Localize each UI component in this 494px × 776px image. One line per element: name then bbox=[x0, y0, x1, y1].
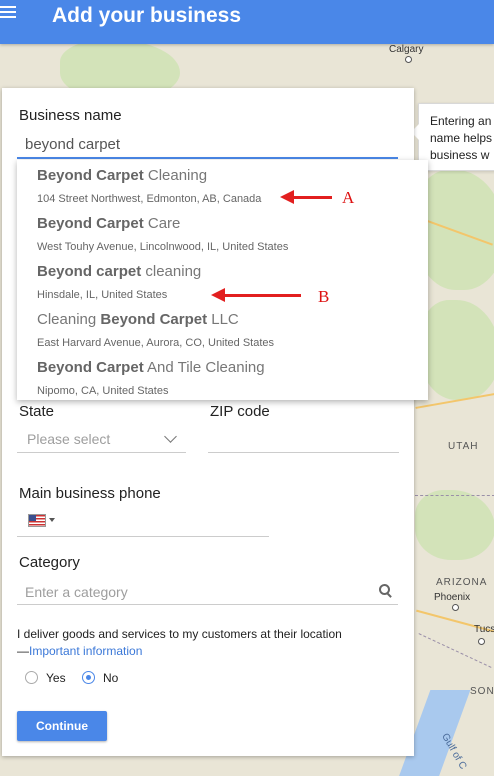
map-label-arizona: ARIZONA bbox=[436, 577, 488, 588]
no-radio[interactable] bbox=[82, 671, 95, 684]
suggestion-title: Beyond Carpet Care bbox=[37, 215, 181, 232]
suggestion-item[interactable]: Beyond Carpet Care West Touhy Avenue, Li… bbox=[17, 208, 428, 256]
terrain-patch bbox=[415, 490, 494, 560]
state-underline bbox=[17, 452, 186, 453]
terrain-patch bbox=[420, 300, 494, 400]
search-icon[interactable] bbox=[379, 584, 392, 598]
suggestion-title: Beyond Carpet Cleaning bbox=[37, 167, 208, 184]
annotation-arrow-a bbox=[292, 196, 332, 199]
page-title: Add your business bbox=[52, 4, 242, 27]
hamburger-menu-icon[interactable] bbox=[0, 6, 18, 20]
deliver-question-text: I deliver goods and services to my custo… bbox=[17, 627, 342, 641]
map-label-utah: UTAH bbox=[448, 441, 479, 452]
autocomplete-dropdown: Beyond Carpet Cleaning 104 Street Northw… bbox=[17, 160, 428, 400]
phone-input[interactable] bbox=[17, 536, 269, 537]
category-label: Category bbox=[19, 554, 80, 571]
map-label-sonora: SON bbox=[470, 686, 494, 697]
annotation-label-b: B bbox=[318, 287, 330, 306]
suggestion-address: 104 Street Northwest, Edmonton, AB, Cana… bbox=[37, 193, 262, 205]
suggestion-item[interactable]: Beyond Carpet And Tile Cleaning Nipomo, … bbox=[17, 352, 428, 400]
zip-input[interactable] bbox=[208, 452, 399, 453]
annotation-arrow-b bbox=[223, 294, 301, 297]
city-marker bbox=[452, 604, 459, 611]
us-flag-icon[interactable] bbox=[28, 514, 46, 527]
map-label-tucson: Tucso bbox=[474, 624, 494, 635]
phone-label: Main business phone bbox=[19, 485, 161, 502]
suggestion-title: Beyond carpet cleaning bbox=[37, 263, 202, 280]
suggestion-address: East Harvard Avenue, Aurora, CO, United … bbox=[37, 337, 275, 349]
help-tooltip: Entering an name helps business w bbox=[411, 103, 494, 171]
deliver-question: I deliver goods and services to my custo… bbox=[17, 626, 412, 660]
suggestion-item[interactable]: Cleaning Beyond Carpet LLC East Harvard … bbox=[17, 304, 428, 352]
map-label-phoenix: Phoenix bbox=[434, 592, 471, 603]
suggestion-address: Nipomo, CA, United States bbox=[37, 385, 169, 397]
map-label-calgary: Calgary bbox=[389, 44, 424, 55]
important-information-link[interactable]: Important information bbox=[29, 644, 142, 658]
business-name-underline bbox=[17, 157, 398, 159]
deliver-dash: — bbox=[17, 644, 29, 658]
chevron-down-icon[interactable] bbox=[164, 430, 177, 443]
zip-label: ZIP code bbox=[210, 403, 270, 420]
suggestion-title: Beyond Carpet And Tile Cleaning bbox=[37, 359, 265, 376]
no-radio-label[interactable]: No bbox=[103, 671, 118, 685]
yes-radio[interactable] bbox=[25, 671, 38, 684]
yes-radio-label[interactable]: Yes bbox=[46, 671, 66, 685]
tooltip-line: Entering an bbox=[430, 114, 492, 128]
tooltip-line: name helps bbox=[430, 131, 493, 145]
tooltip-line: business w bbox=[430, 148, 490, 162]
business-name-label: Business name bbox=[19, 107, 122, 124]
category-underline bbox=[17, 604, 398, 605]
continue-button[interactable]: Continue bbox=[17, 711, 107, 741]
category-input[interactable]: Enter a category bbox=[25, 584, 128, 600]
suggestion-item[interactable]: Beyond Carpet Cleaning 104 Street Northw… bbox=[17, 160, 428, 208]
state-border bbox=[415, 495, 494, 496]
caret-down-icon[interactable] bbox=[49, 518, 55, 522]
annotation-label-a: A bbox=[342, 188, 355, 207]
state-label: State bbox=[19, 403, 55, 420]
app-header: Add your business bbox=[0, 0, 494, 44]
suggestion-address: Hinsdale, IL, United States bbox=[37, 289, 168, 301]
city-marker bbox=[405, 56, 412, 63]
suggestion-address: West Touhy Avenue, Lincolnwood, IL, Unit… bbox=[37, 241, 289, 253]
state-select[interactable]: Please select bbox=[27, 431, 110, 447]
city-marker bbox=[478, 638, 485, 645]
suggestion-title: Cleaning Beyond Carpet LLC bbox=[37, 311, 239, 328]
business-name-input[interactable]: beyond carpet bbox=[25, 136, 120, 153]
